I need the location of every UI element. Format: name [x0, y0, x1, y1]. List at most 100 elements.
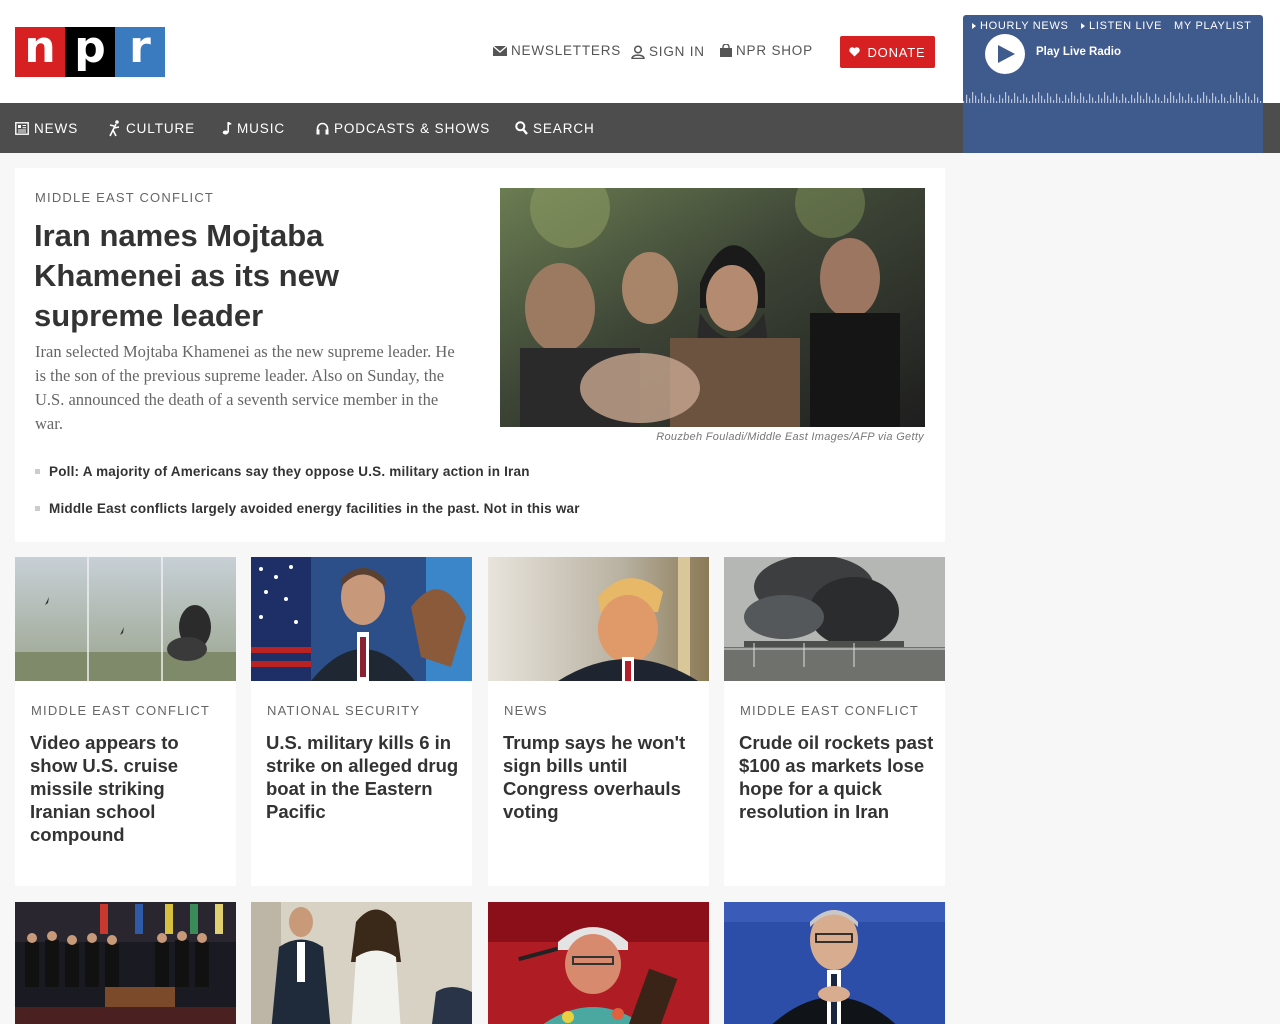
story-card[interactable]: MIDDLE EAST CONFLICT Video appears to sh…: [15, 557, 236, 886]
waveform-bar: [1179, 92, 1181, 103]
waveform-bar: [1008, 95, 1010, 103]
hero-photo-credit: Rouzbeh Fouladi/Middle East Images/AFP v…: [656, 431, 924, 443]
waveform-bar: [1011, 99, 1013, 103]
waveform-bar: [1107, 95, 1109, 103]
waveform-bar: [1155, 93, 1157, 103]
nav-item-news[interactable]: NEWS: [15, 103, 78, 153]
waveform-bar: [1041, 95, 1043, 103]
figure-icon: [109, 119, 120, 136]
story-card[interactable]: NATIONAL SECURITY U.S. military kills 6 …: [251, 557, 472, 886]
nav-item-podcasts[interactable]: PODCASTS & SHOWS: [316, 103, 490, 153]
play-live-radio-label[interactable]: Play Live Radio: [1036, 46, 1121, 58]
envelope-icon: [493, 45, 507, 56]
logo-letter-n: n: [15, 26, 65, 77]
waveform-bar: [1254, 93, 1256, 103]
waveform-bar: [1086, 100, 1088, 103]
story-slug[interactable]: MIDDLE EAST CONFLICT: [31, 703, 210, 718]
waveform-bar: [1044, 99, 1046, 103]
related-link[interactable]: Middle East conflicts largely avoided en…: [35, 501, 580, 516]
story-headline[interactable]: Crude oil rockets past $100 as markets l…: [739, 731, 934, 823]
waveform-bar: [1056, 93, 1058, 103]
waveform-bar: [1092, 97, 1094, 103]
waveform-bar: [1218, 100, 1220, 103]
waveform-bar: [1206, 95, 1208, 103]
story-photo[interactable]: [251, 902, 472, 1024]
story-slug[interactable]: NATIONAL SECURITY: [267, 703, 420, 718]
listen-live-link[interactable]: LISTEN LIVE: [1081, 20, 1162, 32]
story-photo[interactable]: [488, 557, 709, 681]
newsletters-link[interactable]: NEWSLETTERS: [493, 43, 621, 58]
hourly-news-link[interactable]: HOURLY NEWS: [972, 20, 1069, 32]
audio-waveform: [963, 92, 1262, 103]
story-photo[interactable]: [488, 902, 709, 1024]
story-photo[interactable]: [15, 902, 236, 1024]
waveform-bar: [1137, 92, 1139, 103]
listen-live-label: LISTEN LIVE: [1089, 20, 1163, 32]
story-photo[interactable]: [15, 557, 236, 681]
waveform-bar: [996, 101, 998, 103]
waveform-bar: [1089, 93, 1091, 103]
npr-shop-link[interactable]: NPR SHOP: [720, 43, 813, 58]
waveform-bar: [1131, 94, 1133, 103]
nav-item-music[interactable]: MUSIC: [222, 103, 285, 153]
donate-label: DONATE: [867, 44, 926, 60]
waveform-bar: [1083, 96, 1085, 103]
waveform-bar: [1026, 97, 1028, 103]
my-playlist-link[interactable]: MY PLAYLIST: [1174, 20, 1252, 32]
waveform-bar: [1245, 92, 1247, 103]
story-headline[interactable]: Video appears to show U.S. cruise missil…: [30, 731, 225, 846]
live-radio-player: Play Live Radio HOURLY NEWS LISTEN LIVE …: [963, 15, 1263, 153]
hero-photo[interactable]: [500, 188, 925, 427]
waveform-bar: [1257, 97, 1259, 103]
waveform-bar: [1101, 98, 1103, 103]
waveform-bar: [1116, 96, 1118, 103]
npr-logo[interactable]: n p r: [15, 26, 165, 77]
waveform-bar: [978, 99, 980, 103]
story-card[interactable]: MIDDLE EAST CONFLICT Crude oil rockets p…: [724, 557, 945, 886]
story-headline[interactable]: Trump says he won't sign bills until Con…: [503, 731, 698, 823]
nav-item-search[interactable]: SEARCH: [515, 103, 595, 153]
waveform-bar: [1038, 92, 1040, 103]
waveform-bar: [1197, 94, 1199, 103]
story-photo[interactable]: [251, 557, 472, 681]
waveform-bar: [1005, 92, 1007, 103]
waveform-bar: [1077, 99, 1079, 103]
waveform-bar: [1230, 94, 1232, 103]
waveform-bar: [1134, 98, 1136, 103]
nav-item-culture[interactable]: CULTURE: [108, 103, 195, 153]
waveform-bar: [1020, 100, 1022, 103]
story-headline[interactable]: U.S. military kills 6 in strike on alleg…: [266, 731, 461, 823]
story-photo[interactable]: [724, 557, 945, 681]
hero-slug[interactable]: MIDDLE EAST CONFLICT: [35, 190, 214, 205]
newspaper-icon: [15, 121, 29, 135]
donate-button[interactable]: DONATE: [840, 36, 935, 68]
waveform-bar: [1050, 96, 1052, 103]
story-photo[interactable]: [724, 902, 945, 1024]
story-slug[interactable]: NEWS: [504, 703, 548, 718]
related-link[interactable]: Poll: A majority of Americans say they o…: [35, 464, 530, 479]
user-icon: [631, 44, 645, 59]
waveform-bar: [1215, 96, 1217, 103]
sign-in-link[interactable]: SIGN IN: [631, 44, 705, 59]
waveform-bar: [1191, 97, 1193, 103]
waveform-bar: [1260, 101, 1262, 103]
waveform-bar: [1023, 93, 1025, 103]
waveform-bar: [1032, 94, 1034, 103]
waveform-bar: [1212, 92, 1214, 103]
bullet-icon: [35, 506, 40, 511]
play-button[interactable]: [985, 34, 1025, 74]
story-slug[interactable]: MIDDLE EAST CONFLICT: [740, 703, 919, 718]
story-card[interactable]: NEWS Trump says he won't sign bills unti…: [488, 557, 709, 886]
nav-label-culture: CULTURE: [126, 120, 196, 136]
hero-teaser[interactable]: Iran selected Mojtaba Khamenei as the ne…: [35, 340, 455, 436]
newsletters-label: NEWSLETTERS: [511, 43, 622, 58]
bullet-icon: [35, 469, 40, 474]
music-note-icon: [222, 122, 232, 135]
npr-shop-label: NPR SHOP: [736, 43, 813, 58]
waveform-bar: [1182, 96, 1184, 103]
waveform-bar: [987, 100, 989, 103]
waveform-bar: [1152, 100, 1154, 103]
waveform-bar: [1188, 93, 1190, 103]
hero-headline[interactable]: Iran names Mojtaba Khamenei as its new s…: [34, 216, 414, 336]
waveform-bar: [975, 95, 977, 103]
